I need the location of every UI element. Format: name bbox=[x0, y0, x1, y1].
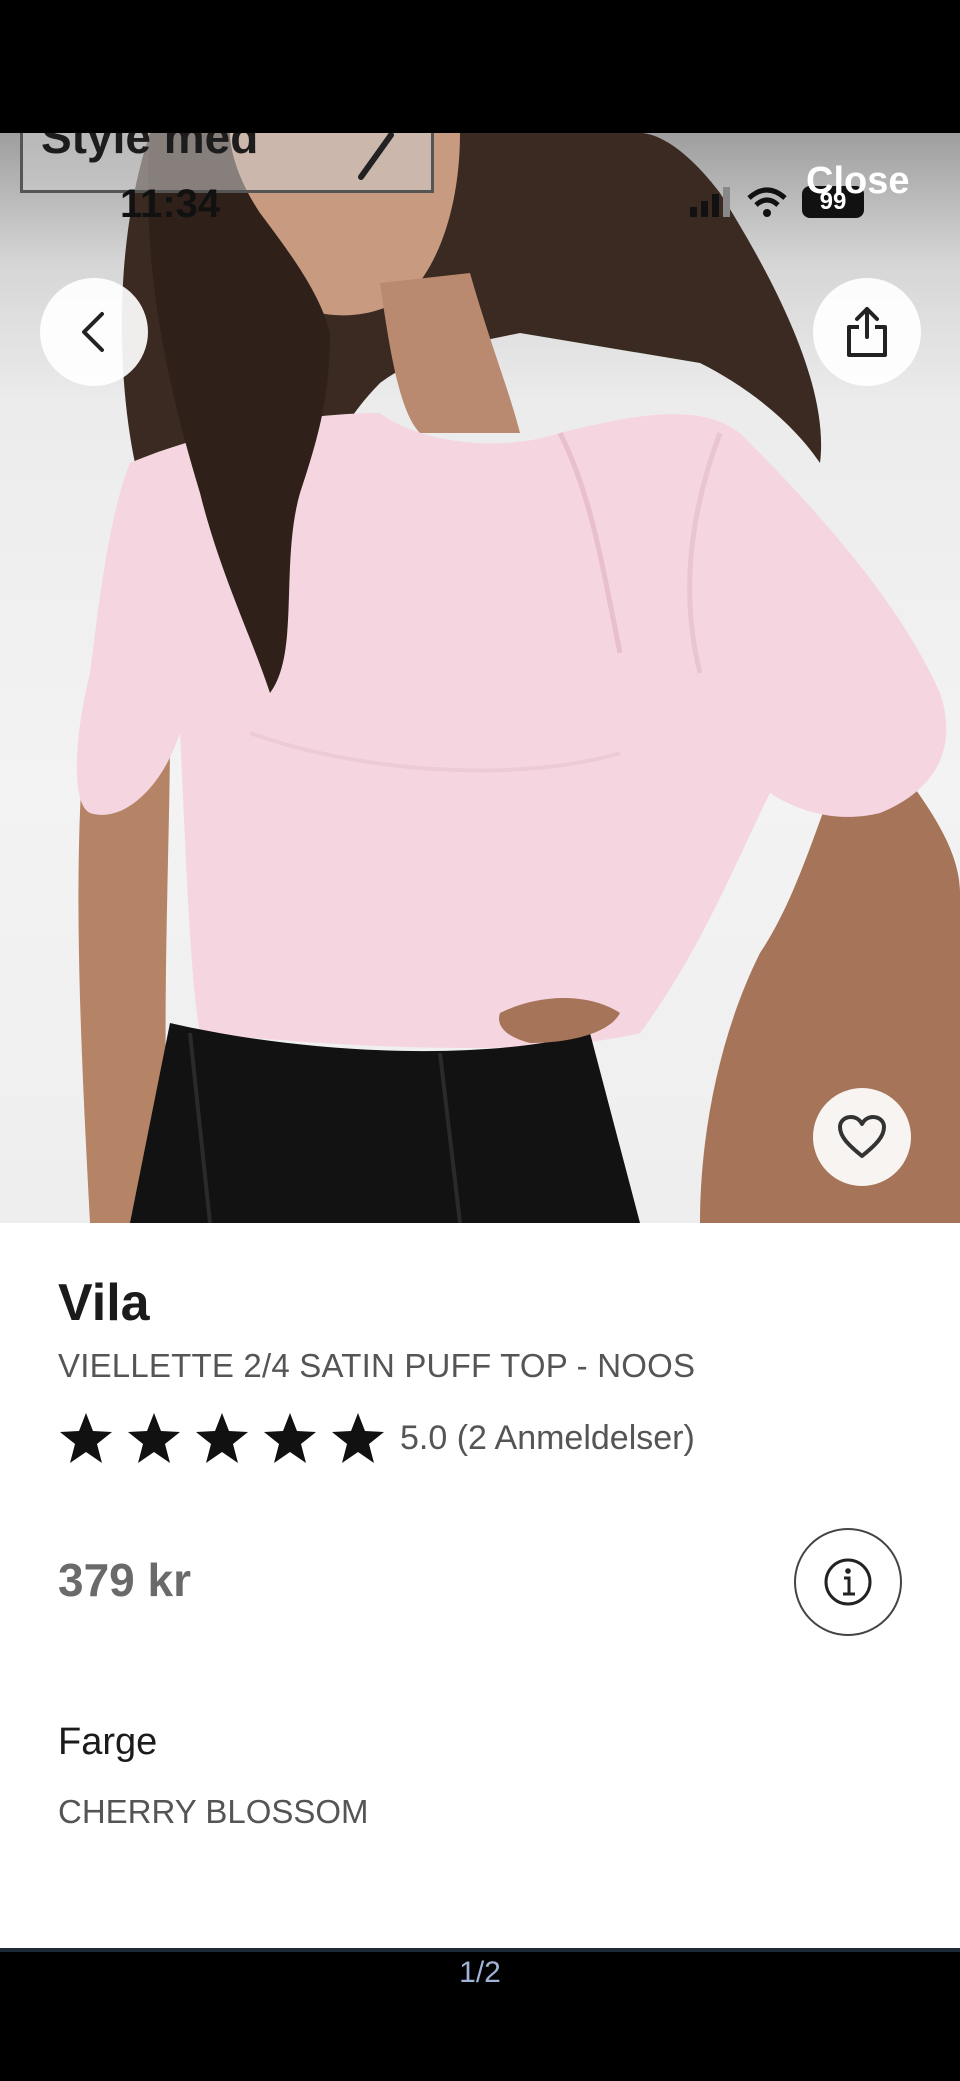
star-icon bbox=[332, 1413, 384, 1463]
rating[interactable]: 5.0 (2 Anmeldelser) bbox=[58, 1411, 695, 1465]
star-rating bbox=[58, 1411, 386, 1465]
product-title: VIELLETTE 2/4 SATIN PUFF TOP - NOOS bbox=[58, 1347, 696, 1384]
info-button[interactable] bbox=[794, 1528, 902, 1636]
chevron-right-icon bbox=[358, 133, 394, 180]
price: 379 kr bbox=[58, 1554, 192, 1606]
product-image[interactable] bbox=[0, 133, 960, 1223]
top-letterbox bbox=[0, 0, 960, 133]
brand-name[interactable]: Vila bbox=[58, 1273, 150, 1333]
share-icon bbox=[847, 307, 887, 357]
divider bbox=[0, 1948, 960, 1952]
wifi-icon bbox=[747, 187, 787, 217]
favorite-button[interactable] bbox=[813, 1088, 911, 1186]
back-button[interactable] bbox=[40, 278, 148, 386]
info-icon bbox=[824, 1558, 872, 1606]
star-icon bbox=[60, 1413, 112, 1463]
star-icon bbox=[264, 1413, 316, 1463]
star-icon bbox=[196, 1413, 248, 1463]
story-link-sticker[interactable]: Style med bbox=[20, 133, 434, 193]
color-label: Farge bbox=[58, 1721, 158, 1763]
heart-icon bbox=[838, 1115, 886, 1158]
close-button[interactable]: Close bbox=[806, 160, 909, 203]
page-indicator: 1/2 bbox=[459, 1956, 501, 1989]
signal-icon bbox=[690, 187, 730, 217]
rating-summary: 5.0 (2 Anmeldelser) bbox=[400, 1418, 695, 1457]
color-value: CHERRY BLOSSOM bbox=[58, 1793, 369, 1830]
status-time: 11:34 bbox=[120, 182, 221, 226]
chevron-left-icon bbox=[82, 312, 104, 352]
share-button[interactable] bbox=[813, 278, 921, 386]
star-icon bbox=[128, 1413, 180, 1463]
product-details: Vila VIELLETTE 2/4 SATIN PUFF TOP - NOOS… bbox=[0, 1223, 960, 1950]
model-photo bbox=[76, 133, 960, 1223]
story-link-label: Style med bbox=[41, 133, 259, 163]
